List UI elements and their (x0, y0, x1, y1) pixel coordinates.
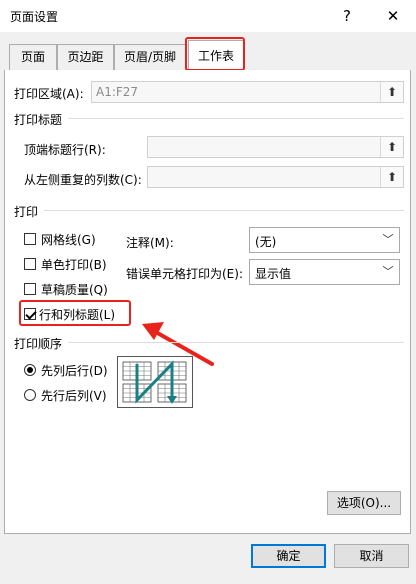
print-titles-heading: 打印标题 (14, 113, 63, 127)
black-white-label: 单色打印(B) (41, 258, 107, 272)
print-heading: 打印 (14, 205, 39, 219)
over-then-down-label: 先行后列(V) (41, 389, 107, 403)
comments-label: 注释(M): (126, 236, 174, 250)
rows-to-repeat-input[interactable]: ⬆ (147, 136, 404, 158)
rows-to-repeat-label: 顶端标题行(R): (24, 143, 106, 157)
comments-select[interactable]: (无) ﹀ (249, 227, 400, 253)
cols-to-repeat-input[interactable]: ⬆ (147, 166, 404, 188)
page-order-preview (117, 356, 193, 408)
down-then-over-radio[interactable] (24, 364, 36, 376)
page-order-divider (68, 342, 404, 343)
chevron-down-icon: ﹀ (382, 265, 394, 278)
close-icon: ✕ (386, 7, 400, 25)
cancel-button[interactable]: 取消 (334, 544, 409, 568)
ok-button[interactable]: 确定 (251, 544, 326, 568)
tab-highlight-box (185, 37, 245, 71)
gridlines-checkbox[interactable] (24, 233, 36, 245)
gridlines-label: 网格线(G) (41, 233, 96, 247)
print-area-label: 打印区域(A): (14, 87, 84, 101)
over-then-down-radio[interactable] (24, 389, 36, 401)
collapse-dialog-icon[interactable]: ⬆ (380, 82, 403, 102)
page-order-heading: 打印顺序 (14, 337, 63, 351)
draft-quality-label: 草稿质量(Q) (41, 283, 108, 297)
close-button[interactable]: ✕ (380, 4, 406, 28)
down-then-over-label: 先列后行(D) (41, 364, 108, 378)
dialog-title: 页面设置 (10, 10, 59, 24)
tab-page[interactable]: 页面 (9, 44, 57, 70)
print-area-input[interactable]: A1:F27 ⬆ (91, 81, 404, 103)
tab-header-footer[interactable]: 页眉/页脚 (114, 44, 186, 70)
print-area-value: A1:F27 (96, 85, 139, 99)
cell-errors-label: 错误单元格打印为(E): (126, 267, 243, 281)
row-col-headings-highlight-box (19, 300, 131, 326)
collapse-dialog-icon[interactable]: ⬆ (380, 167, 403, 187)
tab-margins[interactable]: 页边距 (57, 44, 114, 70)
options-button[interactable]: 选项(O)... (327, 491, 401, 515)
print-titles-divider (68, 118, 404, 119)
draft-quality-checkbox[interactable] (24, 283, 36, 295)
help-button[interactable]: ? (334, 4, 360, 28)
comments-value: (无) (255, 235, 277, 249)
cell-errors-select[interactable]: 显示值 ﹀ (249, 259, 400, 285)
collapse-dialog-icon[interactable]: ⬆ (380, 137, 403, 157)
print-divider (44, 210, 404, 211)
cols-to-repeat-label: 从左侧重复的列数(C): (24, 173, 142, 187)
chevron-down-icon: ﹀ (382, 233, 394, 246)
black-white-checkbox[interactable] (24, 258, 36, 270)
cell-errors-value: 显示值 (255, 267, 292, 281)
